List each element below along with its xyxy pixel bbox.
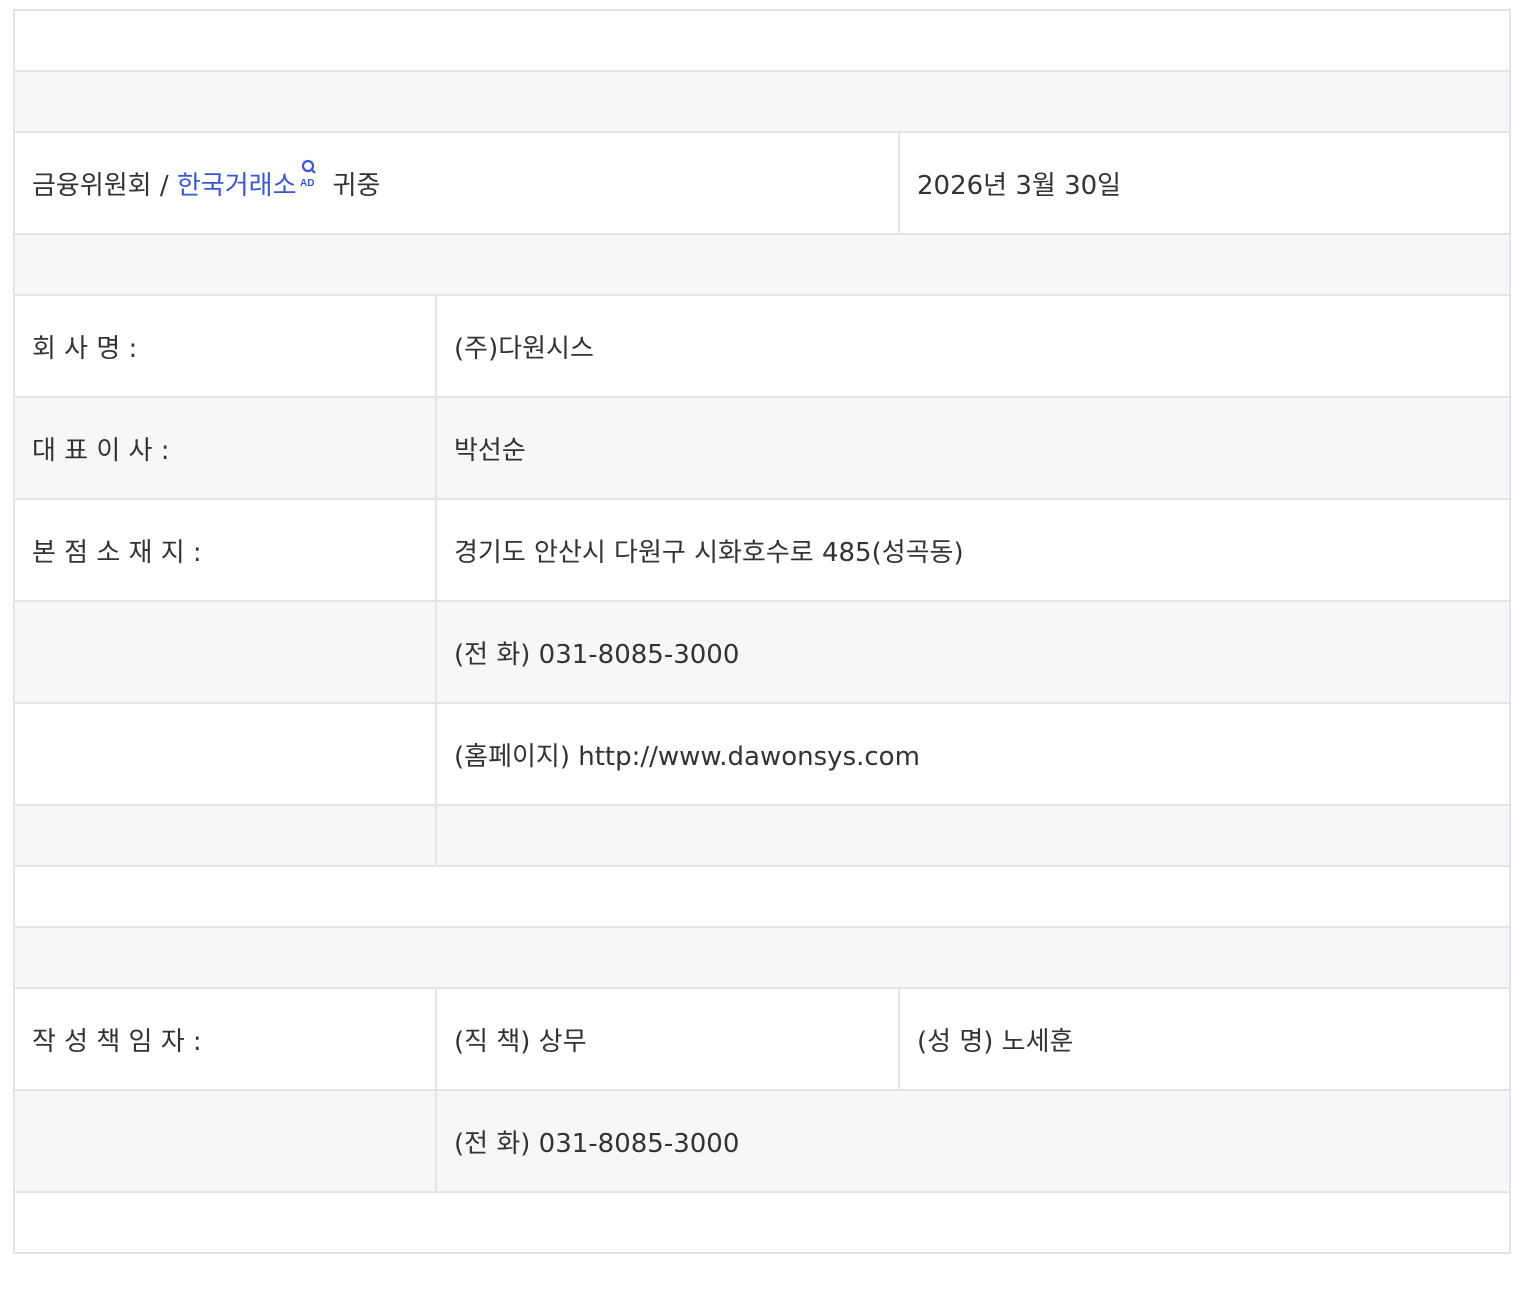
hq-homepage: (홈페이지) http://www.dawonsys.com [435, 702, 1511, 806]
author-position: (직 책) 상무 [435, 987, 900, 1091]
hq-label: 본 점 소 재 지 : [13, 498, 437, 602]
author-label: 작 성 책 임 자 : [13, 987, 437, 1091]
ceo-label: 대 표 이 사 : [13, 396, 437, 500]
recipient-row: 금융위원회 / 한국거래소 AD 귀중 2026년 3월 30일 [13, 131, 1511, 235]
spacer-row [13, 804, 1511, 867]
empty-cell [13, 600, 437, 704]
ad-mark-text: AD [300, 178, 314, 189]
author-row: 작 성 책 임 자 : (직 책) 상무 (성 명) 노세훈 [13, 987, 1511, 1091]
company-name-label: 회 사 명 : [13, 294, 437, 398]
author-name: (성 명) 노세훈 [898, 987, 1511, 1091]
spacer-row [13, 926, 1511, 989]
empty-cell [13, 1089, 437, 1193]
hq-address-row: 본 점 소 재 지 : 경기도 안산시 다원구 시화호수로 485(성곡동) [13, 498, 1511, 602]
ceo-value: 박선순 [435, 396, 1511, 500]
report-date: 2026년 3월 30일 [898, 131, 1511, 235]
search-ad-icon[interactable]: AD [299, 159, 319, 189]
hq-phone-row: (전 화) 031-8085-3000 [13, 600, 1511, 704]
spacer-row [13, 233, 1511, 296]
company-name-row: 회 사 명 : (주)다원시스 [13, 294, 1511, 398]
empty-cell [13, 702, 437, 806]
spacer-row [13, 9, 1511, 72]
krx-link[interactable]: 한국거래소 [177, 171, 297, 201]
hq-address: 경기도 안산시 다원구 시화호수로 485(성곡동) [435, 498, 1511, 602]
recipient-suffix: 귀중 [332, 170, 381, 201]
spacer-row [13, 70, 1511, 133]
recipient-cell: 금융위원회 / 한국거래소 AD 귀중 [13, 131, 900, 235]
homepage-row: (홈페이지) http://www.dawonsys.com [13, 702, 1511, 806]
document-table: 금융위원회 / 한국거래소 AD 귀중 2026년 3월 30일 회 사 명 : (… [13, 9, 1511, 1254]
author-phone-row: (전 화) 031-8085-3000 [13, 1089, 1511, 1193]
ceo-row: 대 표 이 사 : 박선순 [13, 396, 1511, 500]
recipient-prefix: 금융위원회 / [32, 170, 177, 201]
company-name-value: (주)다원시스 [435, 294, 1511, 398]
spacer-row [13, 1191, 1511, 1254]
hq-phone: (전 화) 031-8085-3000 [435, 600, 1511, 704]
spacer-row [13, 865, 1511, 928]
author-phone: (전 화) 031-8085-3000 [435, 1089, 1511, 1193]
